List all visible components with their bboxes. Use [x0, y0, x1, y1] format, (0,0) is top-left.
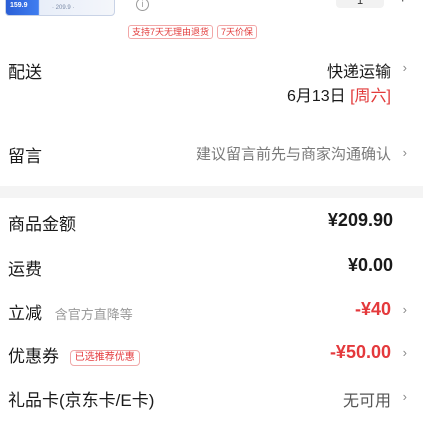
plus-icon[interactable]: + [398, 0, 407, 7]
info-icon[interactable]: i [136, 0, 149, 11]
service-tag: 7天价保 [217, 25, 258, 39]
message-label: 留言 [8, 147, 42, 166]
discount-label-wrap: 立减 含官方直降等 [8, 299, 133, 324]
shipping-fee-value: ¥0.00 [347, 255, 393, 275]
chevron-right-icon: › [402, 145, 407, 160]
service-tag: 支持7天无理由退货 [128, 25, 214, 39]
shipping-fee-label: 运费 [8, 260, 42, 279]
chevron-right-icon: › [402, 302, 407, 317]
coupon-badge: 已选推荐优惠 [69, 350, 140, 366]
coupon-value: -¥50.00 [329, 342, 391, 362]
thumbnail-caption: · 209.9 · [52, 5, 75, 11]
coupon-label: 优惠券 [8, 347, 59, 366]
coupon-label-wrap: 优惠券 已选推荐优惠 [8, 342, 140, 367]
goods-amount-label: 商品金额 [8, 215, 76, 234]
discount-label: 立减 [8, 304, 42, 323]
delivery-method: 快递运输 [326, 64, 391, 81]
service-tags: 支持7天无理由退货 7天价保 [128, 25, 258, 39]
chevron-right-icon: › [402, 389, 407, 404]
product-strip: 159.9 · 209.9 · i 1 + 支持7天无理由退货 7天价保 [0, 0, 423, 40]
giftcard-value: 无可用 [342, 393, 391, 410]
message-input[interactable]: 建议留言前先与商家沟通确认 [196, 143, 391, 164]
message-row[interactable]: 留言 建议留言前先与商家沟通确认 › [0, 142, 423, 168]
quantity-stepper[interactable]: 1 + [318, 0, 407, 8]
chevron-right-icon: › [402, 345, 407, 360]
delivery-date: 6月13日 [286, 88, 346, 105]
discount-value: -¥40 [354, 299, 391, 319]
delivery-label: 配送 [8, 63, 42, 82]
goods-amount-row: 商品金额 ¥209.90 [0, 210, 423, 236]
product-thumbnail[interactable]: 159.9 · 209.9 · [5, 0, 115, 16]
thumbnail-price: 159.9 [10, 2, 28, 9]
section-divider [0, 186, 423, 198]
coupon-row[interactable]: 优惠券 已选推荐优惠 -¥50.00 › [0, 342, 423, 368]
giftcard-row[interactable]: 礼品卡(京东卡/E卡) 无可用 › [0, 386, 423, 412]
goods-amount-value: ¥209.90 [327, 210, 393, 230]
delivery-row[interactable]: 配送 快递运输 › 6月13日 [周六] [0, 58, 423, 108]
delivery-date-line: 6月13日 [周六] [287, 82, 391, 106]
delivery-day: [周六] [350, 88, 391, 105]
giftcard-label: 礼品卡(京东卡/E卡) [8, 391, 155, 410]
discount-row[interactable]: 立减 含官方直降等 -¥40 › [0, 299, 423, 325]
quantity-value[interactable]: 1 [336, 0, 384, 8]
discount-note: 含官方直降等 [54, 307, 133, 322]
chevron-right-icon: › [402, 60, 407, 75]
shipping-fee-row: 运费 ¥0.00 [0, 255, 423, 281]
